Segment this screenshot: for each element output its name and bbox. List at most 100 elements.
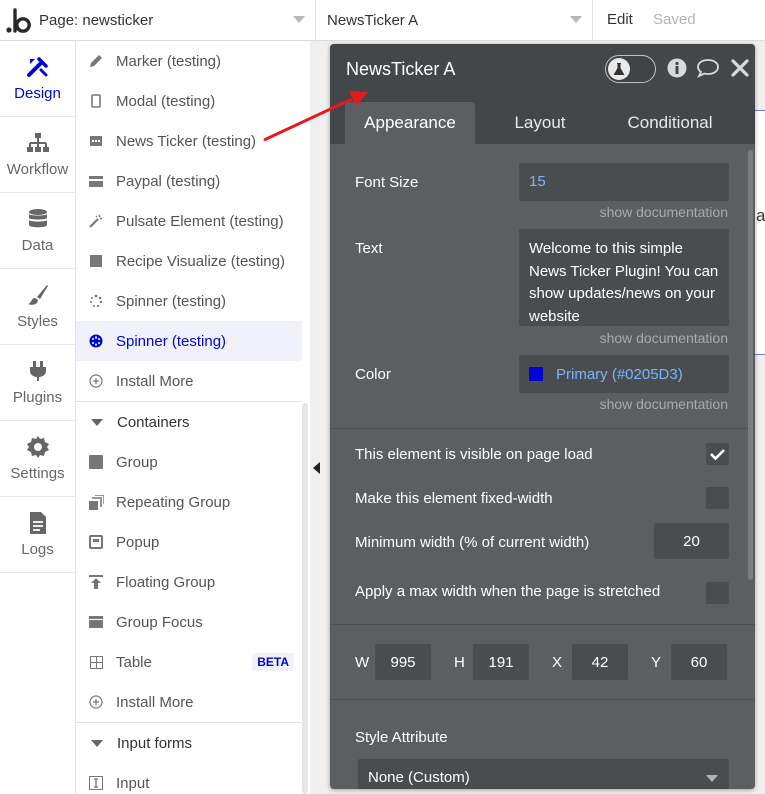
element-selector[interactable]: NewsTicker A [317,0,593,40]
plus-circle-icon [88,373,104,389]
style-attribute-select[interactable]: None (Custom) [358,759,729,789]
nav-styles[interactable]: Styles [0,269,75,345]
color-doc-link[interactable]: show documentation [600,396,728,412]
chevron-down-icon [706,775,718,782]
color-swatch [529,367,543,381]
editor-tabs: Appearance Layout Conditional [330,92,755,144]
width-value: 995 [390,653,416,671]
height-input[interactable]: 191 [473,644,529,680]
palette-item-modal[interactable]: Modal (testing) [76,81,302,121]
y-input[interactable]: 60 [671,644,727,680]
test-mode-toggle[interactable] [605,55,656,83]
palette-item-popup[interactable]: Popup [76,522,302,562]
palette-item-paypal[interactable]: Paypal (testing) [76,161,302,201]
palette-install-more-visual[interactable]: Install More [76,361,302,401]
visible-on-load-label: This element is visible on page load [355,446,593,463]
palette-item-spinner-selected[interactable]: Spinner (testing) [76,321,302,361]
max-width-checkbox[interactable] [706,582,729,604]
palette-item-spinner[interactable]: Spinner (testing) [76,281,302,321]
palette-item-floating-group[interactable]: Floating Group [76,562,302,602]
palette-item-repeating-group[interactable]: Repeating Group [76,482,302,522]
color-value: Primary (#0205D3) [556,365,683,383]
palette-item-label: Paypal (testing) [116,172,221,190]
nav-logs[interactable]: Logs [0,497,75,573]
font-size-doc-link[interactable]: show documentation [600,204,728,220]
bubble-logo-icon[interactable] [4,4,34,36]
palette-item-label: Popup [116,533,160,551]
tab-layout[interactable]: Layout [480,102,600,144]
palette-item-label: Table [116,653,152,671]
y-label: Y [651,654,662,671]
palette-item-input[interactable]: Input [76,763,302,794]
square-icon [88,253,104,269]
nav-design[interactable]: Design [0,41,75,117]
section-containers[interactable]: Containers [76,402,302,442]
palette-item-label: Group [116,453,158,471]
workflow-icon [26,133,49,152]
font-size-input[interactable]: 15 [519,163,729,201]
close-icon[interactable] [730,58,750,78]
nav-data-label: Data [21,237,54,254]
nav-settings[interactable]: Settings [0,421,75,497]
beta-badge: BETA [252,653,294,671]
color-picker[interactable]: Primary (#0205D3) [519,355,729,393]
nav-workflow[interactable]: Workflow [0,117,75,193]
text-doc-link[interactable]: show documentation [600,330,728,346]
page-selector[interactable]: Page: newsticker [31,0,316,40]
brush-icon [27,285,48,305]
x-value: 42 [591,653,609,671]
property-editor: NewsTicker A Appearance Layout Condition… [330,44,755,789]
nav-plugins-label: Plugins [12,389,63,406]
section-input-forms[interactable]: Input forms [76,723,302,763]
design-icon [26,57,48,77]
flask-icon [608,58,630,80]
pencil-icon [88,53,104,69]
tab-label: Conditional [627,113,713,132]
editor-scrollbar[interactable] [748,150,753,580]
palette-item-news-ticker[interactable]: News Ticker (testing) [76,121,302,161]
info-icon[interactable] [667,58,687,78]
palette-item-group[interactable]: Group [76,442,302,482]
visible-on-load-checkbox[interactable] [706,443,729,465]
palette-item-label: Floating Group [116,573,216,591]
palette-item-marker[interactable]: Marker (testing) [76,41,302,81]
tab-label: Appearance [364,113,456,132]
collapse-panel-icon[interactable] [313,462,320,474]
chevron-down-icon [570,16,582,23]
palette-item-label: News Ticker (testing) [116,132,257,150]
nav-data[interactable]: Data [0,193,75,269]
spinner-icon [88,293,104,309]
divider [330,428,755,429]
tab-appearance[interactable]: Appearance [345,102,475,144]
plus-circle-icon [88,694,104,710]
palette-item-table[interactable]: Table BETA [76,642,302,682]
palette-scrollbar[interactable] [302,403,308,794]
page-selector-label: Page: newsticker [39,11,154,29]
edit-button[interactable]: Edit [607,11,633,28]
palette-item-label: Group Focus [116,613,203,631]
editor-title: NewsTicker A [346,59,456,79]
fixed-width-checkbox[interactable] [706,487,729,509]
nav-plugins[interactable]: Plugins [0,345,75,421]
min-width-label: Minimum width (% of current width) [355,534,590,551]
left-navigation: Design Workflow Data Styles Plugins Sett… [0,41,76,794]
tab-conditional[interactable]: Conditional [605,102,735,144]
comment-icon[interactable] [696,58,720,78]
min-width-input[interactable]: 20 [654,523,729,559]
ticker-icon [88,133,104,149]
width-input[interactable]: 995 [375,644,431,680]
x-input[interactable]: 42 [572,644,628,680]
palette-item-pulsate[interactable]: Pulsate Element (testing) [76,201,302,241]
editor-header[interactable]: NewsTicker A [330,44,755,92]
height-value: 191 [488,653,514,671]
divider [330,699,755,700]
nav-logs-label: Logs [21,541,54,558]
palette-item-group-focus[interactable]: Group Focus [76,602,302,642]
nav-design-label: Design [14,85,61,102]
palette-item-label: Spinner (testing) [116,292,227,310]
nav-workflow-label: Workflow [6,161,69,178]
text-input[interactable]: Welcome to this simple News Ticker Plugi… [519,229,729,326]
palette-install-more-containers[interactable]: Install More [76,682,302,722]
gear-icon [26,436,49,458]
palette-item-recipe-visualize[interactable]: Recipe Visualize (testing) [76,241,302,281]
